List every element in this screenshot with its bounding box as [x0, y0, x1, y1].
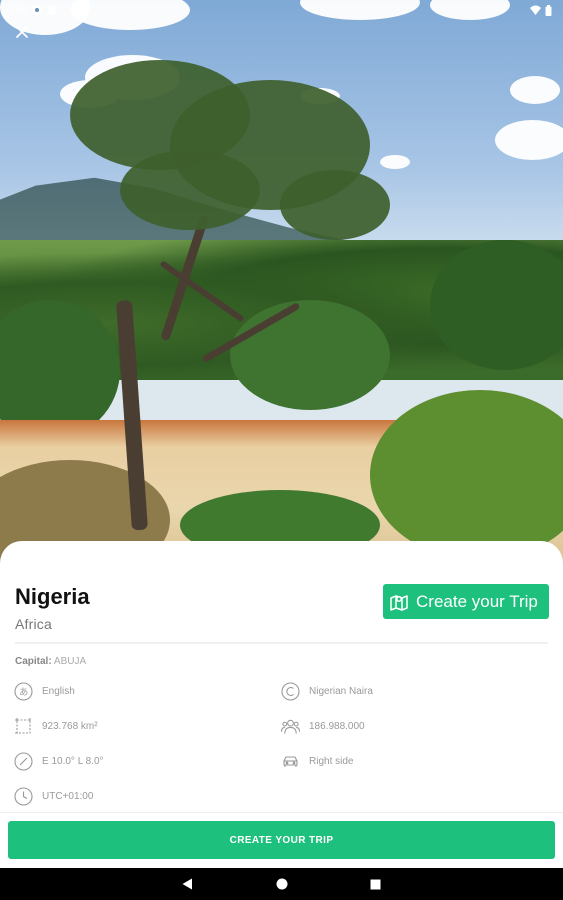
- map-icon: [390, 594, 408, 611]
- car-icon: [281, 752, 300, 771]
- clock-icon: [14, 787, 33, 806]
- info-driving-side: Right side: [281, 752, 353, 771]
- nav-recents-button[interactable]: [364, 872, 388, 896]
- create-trip-bottom-button[interactable]: CREATE YOUR TRIP: [8, 821, 555, 859]
- capital-label: Capital:: [15, 656, 52, 667]
- info-population: 186.988.000: [281, 717, 365, 736]
- info-coordinates: E 10.0° L 8.0°: [14, 752, 104, 771]
- status-bar: 3:00: [0, 0, 563, 20]
- driving-side-value: Right side: [309, 756, 354, 767]
- svg-text:あ: あ: [19, 687, 28, 698]
- notification-icon: [32, 5, 42, 15]
- area-icon: [14, 717, 33, 736]
- continent-name: Africa: [15, 616, 52, 632]
- area-value: 923.768 km²: [42, 721, 98, 732]
- battery-icon: [545, 5, 555, 16]
- home-icon: [276, 878, 287, 890]
- create-trip-bottom-label: CREATE YOUR TRIP: [229, 834, 334, 846]
- close-button[interactable]: [10, 20, 34, 44]
- wifi-icon: [530, 5, 541, 15]
- status-time: 3:00: [8, 4, 28, 16]
- language-value: English: [42, 686, 75, 697]
- currency-value: Nigerian Naira: [309, 686, 373, 697]
- recents-icon: [370, 879, 381, 889]
- language-icon: あ: [14, 682, 33, 701]
- sim-icon: [47, 5, 57, 15]
- create-trip-button[interactable]: Create your Trip: [383, 584, 549, 619]
- back-icon: [182, 878, 192, 890]
- create-trip-label: Create your Trip: [416, 591, 538, 611]
- coordinates-value: E 10.0° L 8.0°: [42, 756, 104, 767]
- compass-icon: [14, 752, 33, 771]
- capital-value: ABUJA: [53, 656, 87, 667]
- population-icon: [281, 717, 300, 736]
- country-name: Nigeria: [15, 584, 90, 609]
- currency-icon: [281, 682, 300, 701]
- country-hero-image: [0, 0, 563, 570]
- nav-back-button[interactable]: [176, 872, 200, 896]
- info-area: 923.768 km²: [14, 717, 98, 736]
- capital-row: Capital: ABUJA: [15, 656, 86, 667]
- divider: [15, 642, 548, 644]
- timezone-value: UTC+01:00: [42, 791, 94, 802]
- info-currency: Nigerian Naira: [281, 682, 373, 701]
- system-navigation-bar: [0, 868, 563, 900]
- bottom-divider: [0, 812, 563, 813]
- info-timezone: UTC+01:00: [14, 787, 93, 806]
- nav-home-button[interactable]: [270, 872, 294, 896]
- population-value: 186.988.000: [309, 721, 365, 732]
- info-language: あ English: [14, 682, 75, 701]
- close-icon: [16, 26, 28, 38]
